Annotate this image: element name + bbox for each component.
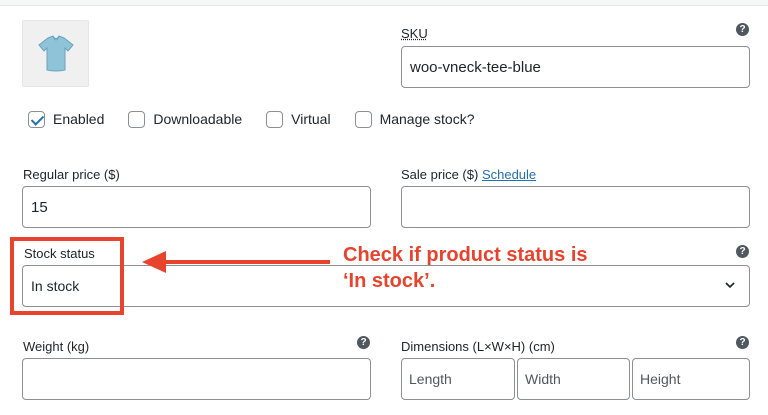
annotation-arrow-icon [142, 251, 330, 273]
annotation-text: Check if product status is ‘In stock’. [343, 244, 588, 292]
